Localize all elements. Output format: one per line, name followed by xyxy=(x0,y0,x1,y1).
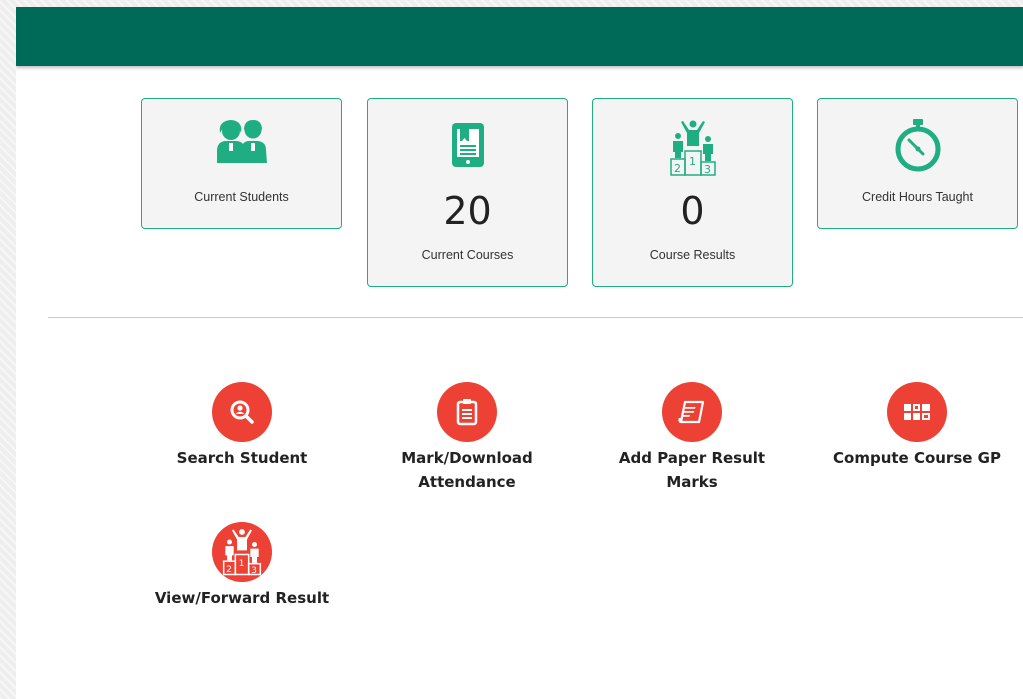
stat-count: 20 xyxy=(443,189,492,233)
search-student-action[interactable]: Search Student xyxy=(142,382,342,470)
stat-card-credit-hours-taught[interactable]: Credit Hours Taught xyxy=(817,98,1018,229)
svg-text:3: 3 xyxy=(704,163,711,176)
section-divider xyxy=(48,317,1023,318)
add-paper-result-marks-action[interactable]: Add Paper Result Marks xyxy=(592,382,792,494)
dashboard-page: Current Students 20 Current Courses 2 1 … xyxy=(16,7,1023,699)
podium-icon: 2 1 3 xyxy=(212,522,272,582)
svg-text:3: 3 xyxy=(251,565,257,576)
tablet-book-icon xyxy=(368,121,567,173)
svg-text:1: 1 xyxy=(239,558,245,569)
action-label: Add Paper Result Marks xyxy=(618,449,766,491)
grid-blocks-icon xyxy=(887,382,947,442)
stat-label: Current Students xyxy=(194,190,289,204)
stat-card-current-students[interactable]: Current Students xyxy=(141,98,342,229)
mark-download-attendance-action[interactable]: Mark/Download Attendance xyxy=(367,382,567,494)
view-forward-result-action[interactable]: 2 1 3 View/Forward Result xyxy=(142,522,342,610)
clipboard-icon xyxy=(437,382,497,442)
compute-course-gp-action[interactable]: Compute Course GP xyxy=(817,382,1017,470)
search-student-icon xyxy=(212,382,272,442)
stat-count: 0 xyxy=(680,189,705,233)
action-label: Search Student xyxy=(176,449,308,467)
svg-text:1: 1 xyxy=(689,155,696,168)
action-label: Mark/Download Attendance xyxy=(401,449,533,491)
action-label: Compute Course GP xyxy=(833,449,1001,467)
paper-scroll-icon xyxy=(662,382,722,442)
stopwatch-icon xyxy=(818,117,1017,172)
svg-text:2: 2 xyxy=(226,564,232,575)
top-header-bar xyxy=(16,7,1023,66)
stat-label: Course Results xyxy=(649,248,736,262)
action-label: View/Forward Result xyxy=(154,589,330,607)
podium-icon: 2 1 3 xyxy=(593,119,792,176)
stat-label: Current Courses xyxy=(421,248,514,262)
stat-card-course-results[interactable]: 2 1 3 0 Course Results xyxy=(592,98,793,287)
stat-card-current-courses[interactable]: 20 Current Courses xyxy=(367,98,568,287)
students-icon xyxy=(142,117,341,169)
stat-label: Credit Hours Taught xyxy=(862,190,973,204)
svg-text:2: 2 xyxy=(674,162,681,175)
